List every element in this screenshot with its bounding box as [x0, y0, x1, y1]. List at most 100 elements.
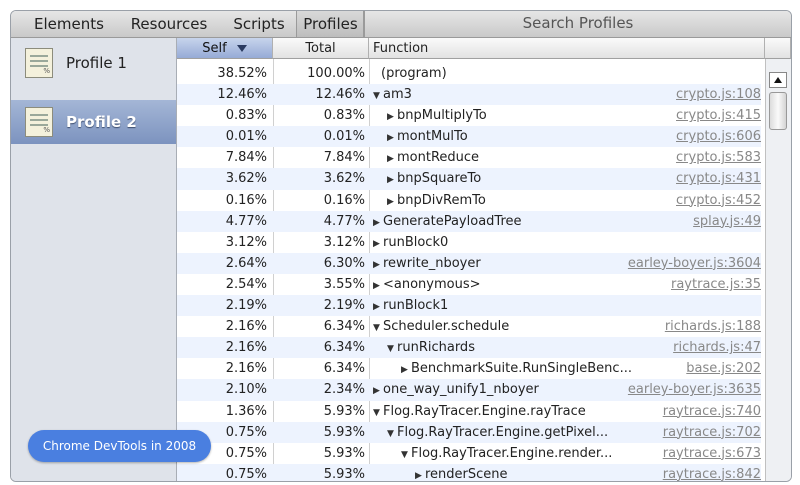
table-row[interactable]: 2.16% 6.34% ▼ runRichards richards.js:47: [177, 337, 761, 360]
table-row[interactable]: 0.75% 5.93% ▼ Flog.RayTracer.Engine.render.…: [177, 443, 761, 464]
self-percent: 0.83%: [225, 108, 267, 124]
column-header-total[interactable]: Total: [273, 38, 369, 59]
disclosure-collapsed-icon[interactable]: ▶: [387, 170, 397, 191]
source-link[interactable]: crypto.js:452: [676, 190, 761, 211]
disclosure-collapsed-icon[interactable]: ▶: [373, 276, 383, 297]
table-row[interactable]: 2.16% 6.34% ▼ Scheduler.schedule richards.js…: [177, 316, 761, 337]
source-link[interactable]: crypto.js:606: [676, 126, 761, 147]
self-percent: 2.19%: [225, 298, 267, 314]
sidebar-item-profile-1[interactable]: % Profile 1: [11, 41, 176, 85]
caption-badge: Chrome DevTools in 2008: [28, 430, 211, 462]
source-link[interactable]: crypto.js:108: [676, 84, 761, 105]
source-link[interactable]: raytrace.js:35: [671, 274, 761, 295]
source-link[interactable]: splay.js:49: [693, 211, 761, 232]
disclosure-collapsed-icon[interactable]: ▶: [373, 297, 383, 318]
disclosure-collapsed-icon[interactable]: ▶: [387, 149, 397, 170]
source-link[interactable]: crypto.js:583: [676, 147, 761, 168]
total-percent: 2.19%: [323, 298, 365, 314]
table-row[interactable]: 0.01% 0.01% ▶ montMulTo crypto.js:606: [177, 126, 761, 149]
function-name: Flog.RayTracer.Engine.getPixel...: [397, 424, 609, 440]
tab-profiles[interactable]: Profiles: [296, 11, 365, 37]
tab-scripts[interactable]: Scripts: [219, 11, 299, 37]
function-name: Flog.RayTracer.Engine.render...: [411, 445, 613, 461]
disclosure-collapsed-icon[interactable]: ▶: [401, 360, 411, 381]
table-row[interactable]: 2.19% 2.19% ▶ runBlock1: [177, 295, 761, 318]
disclosure-collapsed-icon[interactable]: ▶: [387, 107, 397, 128]
table-row[interactable]: 0.83% 0.83% ▶ bnpMultiplyTo crypto.js:415: [177, 105, 761, 126]
self-percent: 38.52%: [217, 66, 267, 81]
table-row[interactable]: 2.16% 6.34% ▶ BenchmarkSuite.RunSingleBenc.…: [177, 358, 761, 379]
devtools-window: Elements Resources Scripts Profiles Sear…: [10, 10, 792, 482]
function-name: bnpDivRemTo: [397, 192, 486, 208]
total-percent: 5.93%: [323, 445, 365, 461]
disclosure-expanded-icon[interactable]: ▼: [373, 318, 383, 339]
profile-tree: 38.52% 100.00% (program) 12.46% 12.46% ▼ am3 cr…: [177, 63, 761, 482]
source-link[interactable]: earley-boyer.js:3635: [628, 379, 761, 400]
source-link[interactable]: richards.js:188: [665, 316, 761, 337]
sidebar-item-profile-2[interactable]: % Profile 2: [11, 100, 176, 144]
table-row[interactable]: 1.36% 5.93% ▼ Flog.RayTracer.Engine.rayTrac…: [177, 401, 761, 422]
function-name: montMulTo: [397, 129, 468, 145]
source-link[interactable]: base.js:202: [686, 358, 761, 379]
source-link[interactable]: raytrace.js:702: [663, 422, 761, 443]
tab-elements[interactable]: Elements: [19, 11, 119, 37]
scrollbar-thumb[interactable]: [769, 92, 787, 130]
tab-resources[interactable]: Resources: [119, 11, 219, 37]
disclosure-expanded-icon[interactable]: ▼: [387, 339, 397, 360]
source-link[interactable]: richards.js:47: [673, 337, 761, 358]
disclosure-expanded-icon[interactable]: ▼: [373, 86, 383, 107]
disclosure-collapsed-icon[interactable]: ▶: [373, 213, 383, 234]
source-link[interactable]: raytrace.js:842: [663, 464, 761, 481]
source-link[interactable]: crypto.js:431: [676, 168, 761, 189]
search-profiles-field[interactable]: Search Profiles: [363, 11, 791, 37]
function-cell: ▼ Flog.RayTracer.Engine.getPixel...: [387, 422, 608, 445]
table-row[interactable]: 3.12% 3.12% ▶ runBlock0: [177, 232, 761, 253]
total-percent: 7.84%: [323, 150, 365, 166]
total-percent: 3.12%: [323, 234, 365, 250]
table-row[interactable]: 0.16% 0.16% ▶ bnpDivRemTo crypto.js:452: [177, 190, 761, 211]
table-row[interactable]: 3.62% 3.62% ▶ bnpSquareTo crypto.js:431: [177, 168, 761, 191]
function-cell: ▶ one_way_unify1_nboyer: [373, 379, 539, 402]
column-header-function[interactable]: Function: [369, 38, 765, 59]
self-percent: 2.16%: [225, 340, 267, 356]
profile-icon: %: [25, 48, 53, 78]
disclosure-collapsed-icon[interactable]: ▶: [373, 381, 383, 402]
disclosure-expanded-icon[interactable]: ▼: [387, 424, 397, 445]
table-row[interactable]: 0.75% 5.93% ▼ Flog.RayTracer.Engine.getPixe…: [177, 421, 761, 445]
function-cell: ▶ bnpMultiplyTo: [387, 105, 487, 128]
source-link[interactable]: crypto.js:415: [676, 105, 761, 126]
disclosure-expanded-icon[interactable]: ▼: [401, 445, 411, 466]
table-row[interactable]: 2.10% 2.34% ▶ one_way_unify1_nboyer earley-b…: [177, 379, 761, 402]
sidebar-item-label: Profile 2: [66, 113, 137, 131]
scrollbar[interactable]: [765, 59, 791, 481]
total-percent: 6.34%: [323, 340, 365, 356]
self-percent: 2.10%: [225, 382, 267, 398]
total-percent: 3.55%: [323, 276, 365, 292]
source-link[interactable]: raytrace.js:673: [663, 443, 761, 464]
total-percent: 0.01%: [323, 129, 365, 145]
header-corner: [765, 38, 791, 59]
table-row[interactable]: 2.54% 3.55% ▶ <anonymous> raytrace.js:35: [177, 274, 761, 295]
disclosure-collapsed-icon[interactable]: ▶: [373, 234, 383, 255]
table-row[interactable]: 4.77% 4.77% ▶ GeneratePayloadTree splay.js:4…: [177, 210, 761, 234]
table-row[interactable]: 7.84% 7.84% ▶ montReduce crypto.js:583: [177, 147, 761, 168]
function-name: bnpSquareTo: [397, 171, 482, 187]
table-row[interactable]: 0.75% 5.93% ▶ renderScene raytrace.js:842: [177, 463, 761, 482]
table-row[interactable]: 38.52% 100.00% (program): [177, 63, 761, 84]
function-cell: ▶ montReduce: [387, 147, 479, 170]
function-name: rewrite_nboyer: [383, 255, 481, 271]
disclosure-collapsed-icon[interactable]: ▶: [415, 466, 425, 481]
total-percent: 5.93%: [323, 466, 365, 482]
self-percent: 12.46%: [217, 87, 267, 103]
source-link[interactable]: earley-boyer.js:3604: [628, 253, 761, 274]
table-row[interactable]: 2.64% 6.30% ▶ rewrite_nboyer earley-boyer.js…: [177, 252, 761, 276]
disclosure-expanded-icon[interactable]: ▼: [373, 403, 383, 424]
source-link[interactable]: raytrace.js:740: [663, 401, 761, 422]
disclosure-collapsed-icon[interactable]: ▶: [373, 255, 383, 276]
disclosure-collapsed-icon[interactable]: ▶: [387, 128, 397, 149]
scroll-up-icon[interactable]: [769, 72, 787, 88]
disclosure-collapsed-icon[interactable]: ▶: [387, 192, 397, 213]
column-header-self[interactable]: Self: [177, 38, 273, 59]
table-row[interactable]: 12.46% 12.46% ▼ am3 crypto.js:108: [177, 84, 761, 107]
sidebar-item-label: Profile 1: [66, 54, 127, 72]
